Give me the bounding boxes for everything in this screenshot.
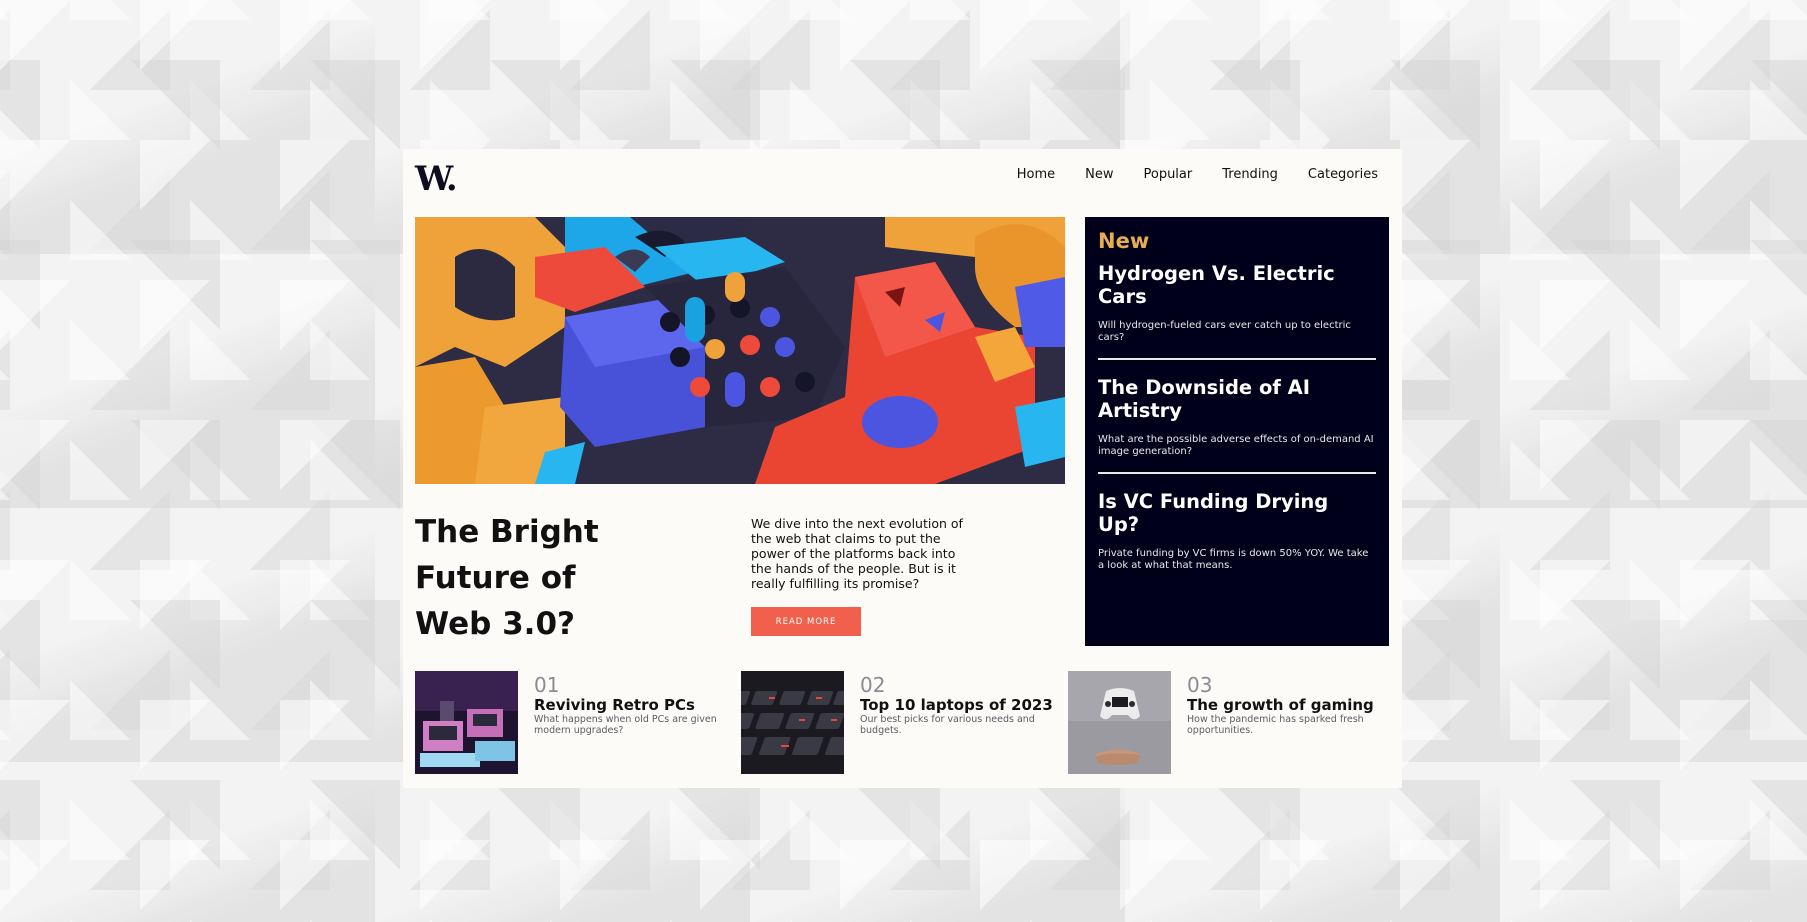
nav-trending[interactable]: Trending [1222,167,1278,182]
article-number: 02 [860,673,886,697]
article-text: 03 The growth of gaming How the pandemic… [1187,671,1387,736]
article-title[interactable]: The growth of gaming [1187,697,1387,713]
article-card[interactable]: 03 The growth of gaming How the pandemic… [1068,671,1388,774]
site-logo[interactable]: W. [415,159,458,199]
article-text: 01 Reviving Retro PCs What happens when … [534,671,734,736]
read-more-button[interactable]: READ MORE [751,607,861,636]
article-card[interactable]: 01 Reviving Retro PCs What happens when … [415,671,735,774]
hero-title: The Bright Future of Web 3.0? [415,514,599,642]
sidebar-article-desc: Will hydrogen-fueled cars ever catch up … [1098,320,1351,343]
sidebar-article-title[interactable]: The Downside of AI Artistry [1098,376,1376,422]
sidebar-article-desc: Private funding by VC firms is down 50% … [1098,548,1369,571]
nav-new[interactable]: New [1085,167,1113,182]
hero-description: We dive into the next evolution of the w… [751,516,963,591]
article-title[interactable]: Reviving Retro PCs [534,697,734,713]
sidebar-article[interactable]: The Downside of AI Artistry What are the… [1098,358,1376,472]
main-nav: Home New Popular Trending Categories [1017,167,1378,182]
sidebar-article-title[interactable]: Hydrogen Vs. Electric Cars [1098,262,1376,308]
article-card[interactable]: 02 Top 10 laptops of 2023 Our best picks… [741,671,1061,774]
article-number: 01 [534,673,560,697]
new-articles-sidebar: New Hydrogen Vs. Electric Cars Will hydr… [1085,217,1389,646]
retro-pc-image[interactable] [415,671,518,774]
sidebar-article-desc: What are the possible adverse effects of… [1098,434,1374,457]
laptop-keyboard-image[interactable] [741,671,844,774]
page-card: W. Home New Popular Trending Categories [403,149,1402,788]
article-number: 03 [1187,673,1213,697]
game-controller-image[interactable] [1068,671,1171,774]
article-desc: What happens when old PCs are given mode… [534,714,717,736]
numbered-articles: 01 Reviving Retro PCs What happens when … [415,671,1395,774]
sidebar-article-title[interactable]: Is VC Funding Drying Up? [1098,490,1376,536]
sidebar-article[interactable]: Is VC Funding Drying Up? Private funding… [1098,472,1376,586]
article-desc: Our best picks for various needs and bud… [860,714,1035,736]
sidebar-heading: New [1098,229,1150,253]
nav-home[interactable]: Home [1017,167,1055,182]
nav-popular[interactable]: Popular [1143,167,1192,182]
hero-image [415,217,1065,484]
sidebar-article[interactable]: Hydrogen Vs. Electric Cars Will hydrogen… [1098,262,1376,358]
article-text: 02 Top 10 laptops of 2023 Our best picks… [860,671,1060,736]
nav-categories[interactable]: Categories [1308,167,1378,182]
article-desc: How the pandemic has sparked fresh oppor… [1187,714,1364,736]
article-title[interactable]: Top 10 laptops of 2023 [860,697,1060,713]
